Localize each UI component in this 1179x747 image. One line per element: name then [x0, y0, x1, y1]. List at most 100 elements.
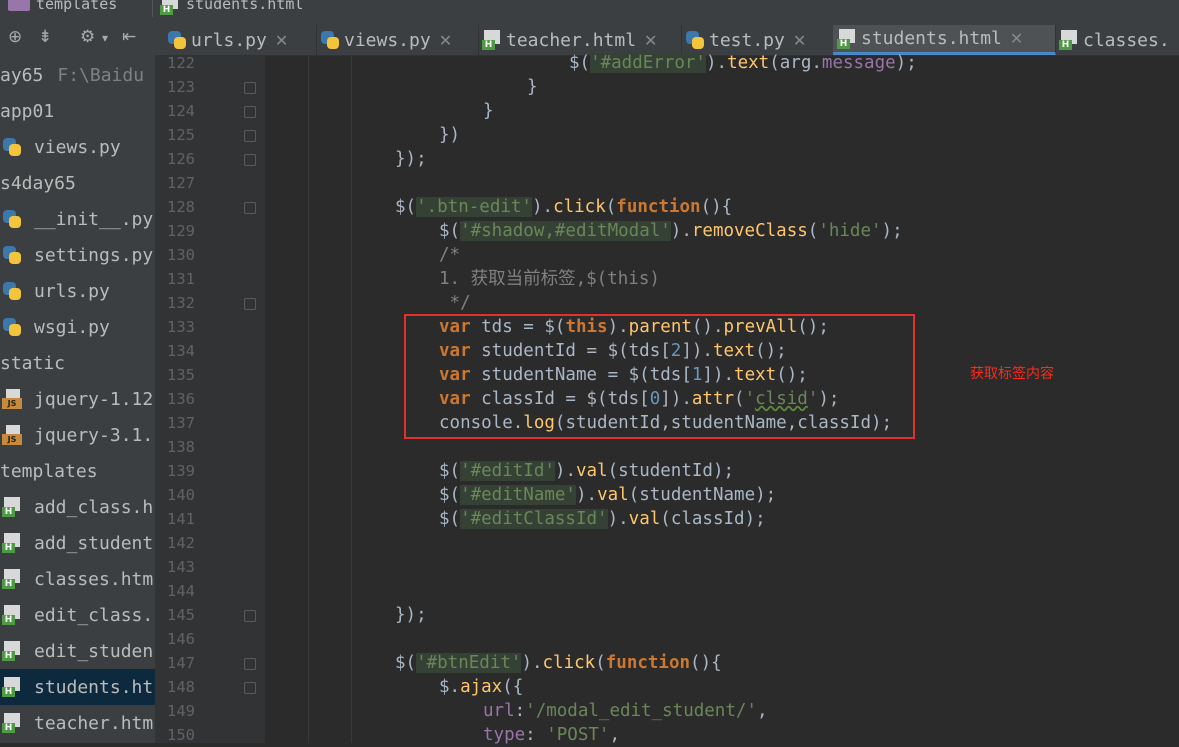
- tree-item-label: s4day65: [0, 172, 76, 194]
- navigation-bar: templates H students.html: [0, 0, 1179, 17]
- tree-item[interactable]: __init__.py: [0, 201, 155, 237]
- breadcrumb-separator: [152, 0, 153, 17]
- code-editor[interactable]: $('#addError').text(arg.message); } } })…: [265, 53, 1179, 745]
- html-file-icon: H: [2, 605, 22, 625]
- line-number: 124: [167, 102, 195, 120]
- fold-marker-icon[interactable]: [244, 154, 256, 166]
- tree-item[interactable]: ay65 F:\Baidu: [0, 57, 155, 93]
- line-number: 148: [167, 678, 195, 696]
- line-number: 137: [167, 414, 195, 432]
- code-line-141: $('#editClassId').val(classId);: [439, 509, 766, 529]
- code-line-140: $('#editName').val(studentName);: [439, 485, 777, 505]
- line-number: 146: [167, 630, 195, 648]
- indent-guide: [308, 56, 309, 743]
- code-line-150: type: 'POST',: [483, 725, 620, 745]
- fold-marker-icon[interactable]: [244, 298, 256, 310]
- project-sidebar: ⊕ ⇟ ⚙ ▾ ⇤ ay65 F:\Baidu app01 views.py s4day…: [0, 17, 155, 743]
- fold-marker-icon[interactable]: [244, 658, 256, 670]
- sidebar-toolbar: ⊕ ⇟ ⚙ ▾ ⇤: [0, 17, 155, 57]
- tree-item[interactable]: Hteacher.htm: [0, 705, 155, 741]
- breadcrumb-file[interactable]: H students.html: [160, 0, 303, 17]
- close-tab-icon[interactable]: ✕: [644, 31, 657, 50]
- fold-marker-icon[interactable]: [244, 82, 256, 94]
- tree-item[interactable]: JS jquery-3.1.: [0, 417, 155, 453]
- line-number: 145: [167, 606, 195, 624]
- folder-icon: [8, 0, 30, 11]
- breadcrumb-label: templates: [36, 0, 118, 13]
- line-number: 134: [167, 342, 195, 360]
- html-file-icon: H: [2, 641, 22, 661]
- python-file-icon: [2, 245, 22, 265]
- html-file-icon: H: [1059, 30, 1079, 50]
- tree-item[interactable]: Hclasses.htm: [0, 561, 155, 597]
- collapse-all-icon[interactable]: ⇟: [38, 27, 52, 47]
- code-line-131: 1. 获取当前标签,$(this): [439, 269, 660, 289]
- tree-item[interactable]: settings.py: [0, 237, 155, 273]
- html-file-icon: H: [2, 677, 22, 697]
- highlight-box: [404, 314, 915, 439]
- tree-item[interactable]: Hadd_class.h: [0, 489, 155, 525]
- fold-marker-icon[interactable]: [244, 202, 256, 214]
- editor-tab[interactable]: views.py ✕: [316, 25, 479, 55]
- close-tab-icon[interactable]: ✕: [1010, 29, 1023, 48]
- line-number: 135: [167, 366, 195, 384]
- tab-label: urls.py: [191, 29, 267, 51]
- tree-item-label: static: [0, 352, 66, 374]
- html-file-icon: H: [482, 30, 502, 50]
- code-line-125: }): [439, 125, 461, 145]
- settings-gear-icon[interactable]: ⚙: [80, 27, 95, 47]
- python-file-icon: [320, 30, 340, 50]
- code-line-129: $('#shadow,#editModal').removeClass('hid…: [439, 221, 903, 241]
- gear-dropdown-icon[interactable]: ▾: [102, 31, 108, 45]
- tree-item-label: urls.py: [34, 280, 110, 302]
- fold-marker-icon[interactable]: [244, 106, 256, 118]
- locate-target-icon[interactable]: ⊕: [8, 27, 22, 47]
- editor-tab[interactable]: Hclasses.: [1055, 25, 1179, 55]
- tree-item[interactable]: JS jquery-1.12: [0, 381, 155, 417]
- fold-marker-icon[interactable]: [244, 682, 256, 694]
- tree-item-label: jquery-1.12: [34, 388, 154, 410]
- line-number: 144: [167, 582, 195, 600]
- tab-label: views.py: [344, 29, 431, 51]
- tree-item-label: wsgi.py: [34, 316, 110, 338]
- code-line-147: $('#btnEdit').click(function(){: [395, 653, 722, 673]
- tree-item[interactable]: templates: [0, 453, 155, 489]
- tree-item-label: teacher.htm: [34, 712, 154, 734]
- tree-item[interactable]: Hedit_studen: [0, 633, 155, 669]
- fold-marker-icon[interactable]: [244, 130, 256, 142]
- tree-item-path: F:\Baidu: [57, 64, 145, 86]
- code-line-128: $('.btn-edit').click(function(){: [395, 197, 733, 217]
- hide-panel-icon[interactable]: ⇤: [122, 27, 136, 47]
- tree-item[interactable]: Hedit_class.: [0, 597, 155, 633]
- close-tab-icon[interactable]: ✕: [275, 31, 288, 50]
- indent-guide: [351, 56, 352, 743]
- line-number: 149: [167, 702, 195, 720]
- fold-marker-icon[interactable]: [244, 610, 256, 622]
- js-file-icon: JS: [2, 389, 24, 409]
- tree-item[interactable]: views.py: [0, 129, 155, 165]
- code-line-123: }: [527, 77, 538, 97]
- line-number: 128: [167, 198, 195, 216]
- html-file-icon: H: [160, 0, 180, 15]
- python-file-icon: [2, 137, 22, 157]
- tree-item-label: __init__.py: [34, 208, 154, 230]
- line-number: 122: [167, 54, 195, 72]
- code-line-130: /*: [439, 245, 461, 265]
- tree-item[interactable]: Hadd_student: [0, 525, 155, 561]
- close-tab-icon[interactable]: ✕: [793, 31, 806, 50]
- tree-item[interactable]: s4day65: [0, 165, 155, 201]
- close-tab-icon[interactable]: ✕: [439, 31, 452, 50]
- tree-item[interactable]: app01: [0, 93, 155, 129]
- tree-item[interactable]: Hstudents.ht: [0, 669, 155, 705]
- tree-item-label: jquery-3.1.: [34, 424, 154, 446]
- line-number: 127: [167, 174, 195, 192]
- tree-item-label: app01: [0, 100, 55, 122]
- tree-item[interactable]: wsgi.py: [0, 309, 155, 345]
- line-number: 125: [167, 126, 195, 144]
- tree-item[interactable]: static: [0, 345, 155, 381]
- line-number: 140: [167, 486, 195, 504]
- breadcrumb-templates[interactable]: templates: [8, 0, 117, 17]
- tree-item[interactable]: urls.py: [0, 273, 155, 309]
- code-line-122: $('#addError').text(arg.message);: [569, 53, 917, 73]
- tree-item-label: edit_studen: [34, 640, 154, 662]
